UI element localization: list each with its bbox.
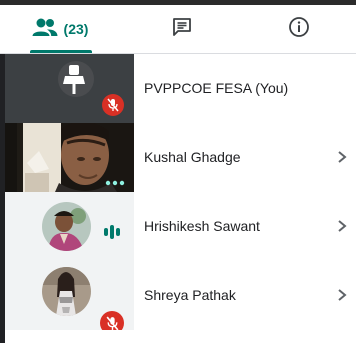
- participant-video: [5, 123, 134, 192]
- participant-name: Hrishikesh Sawant: [144, 218, 260, 234]
- participant-name: Shreya Pathak: [144, 287, 236, 303]
- participant-list: PVPPCOE FESA (You) Kushal Ghadge Hrishik…: [5, 54, 356, 343]
- participant-row[interactable]: Kushal Ghadge: [5, 123, 356, 192]
- participant-row[interactable]: Shreya Pathak: [5, 261, 356, 330]
- info-icon: [288, 16, 310, 43]
- tab-bar: (23): [0, 5, 356, 53]
- people-count: (23): [63, 21, 89, 37]
- tab-people[interactable]: (23): [0, 5, 120, 53]
- anonymous-user-icon: [60, 64, 88, 103]
- mic-off-icon: [100, 311, 124, 330]
- mic-off-icon: [102, 94, 124, 116]
- more-options-icon: [105, 173, 125, 186]
- participant-name: Kushal Ghadge: [144, 149, 241, 165]
- participant-name: PVPPCOE FESA (You): [144, 80, 289, 96]
- participant-row[interactable]: PVPPCOE FESA (You): [5, 54, 356, 123]
- avatar: [42, 267, 91, 316]
- chevron-right-icon[interactable]: [335, 285, 349, 305]
- participant-tile: [5, 192, 134, 261]
- tab-info[interactable]: [242, 5, 356, 53]
- chevron-right-icon[interactable]: [335, 147, 349, 167]
- chevron-right-icon[interactable]: [335, 216, 349, 236]
- people-icon: [32, 17, 58, 42]
- chat-icon: [172, 17, 192, 42]
- avatar: [42, 202, 91, 251]
- participant-tile: [5, 54, 134, 123]
- participant-tile: [5, 261, 134, 330]
- participant-row[interactable]: Hrishikesh Sawant: [5, 192, 356, 261]
- tab-chat[interactable]: [122, 5, 242, 53]
- speaking-indicator-icon: [103, 223, 121, 241]
